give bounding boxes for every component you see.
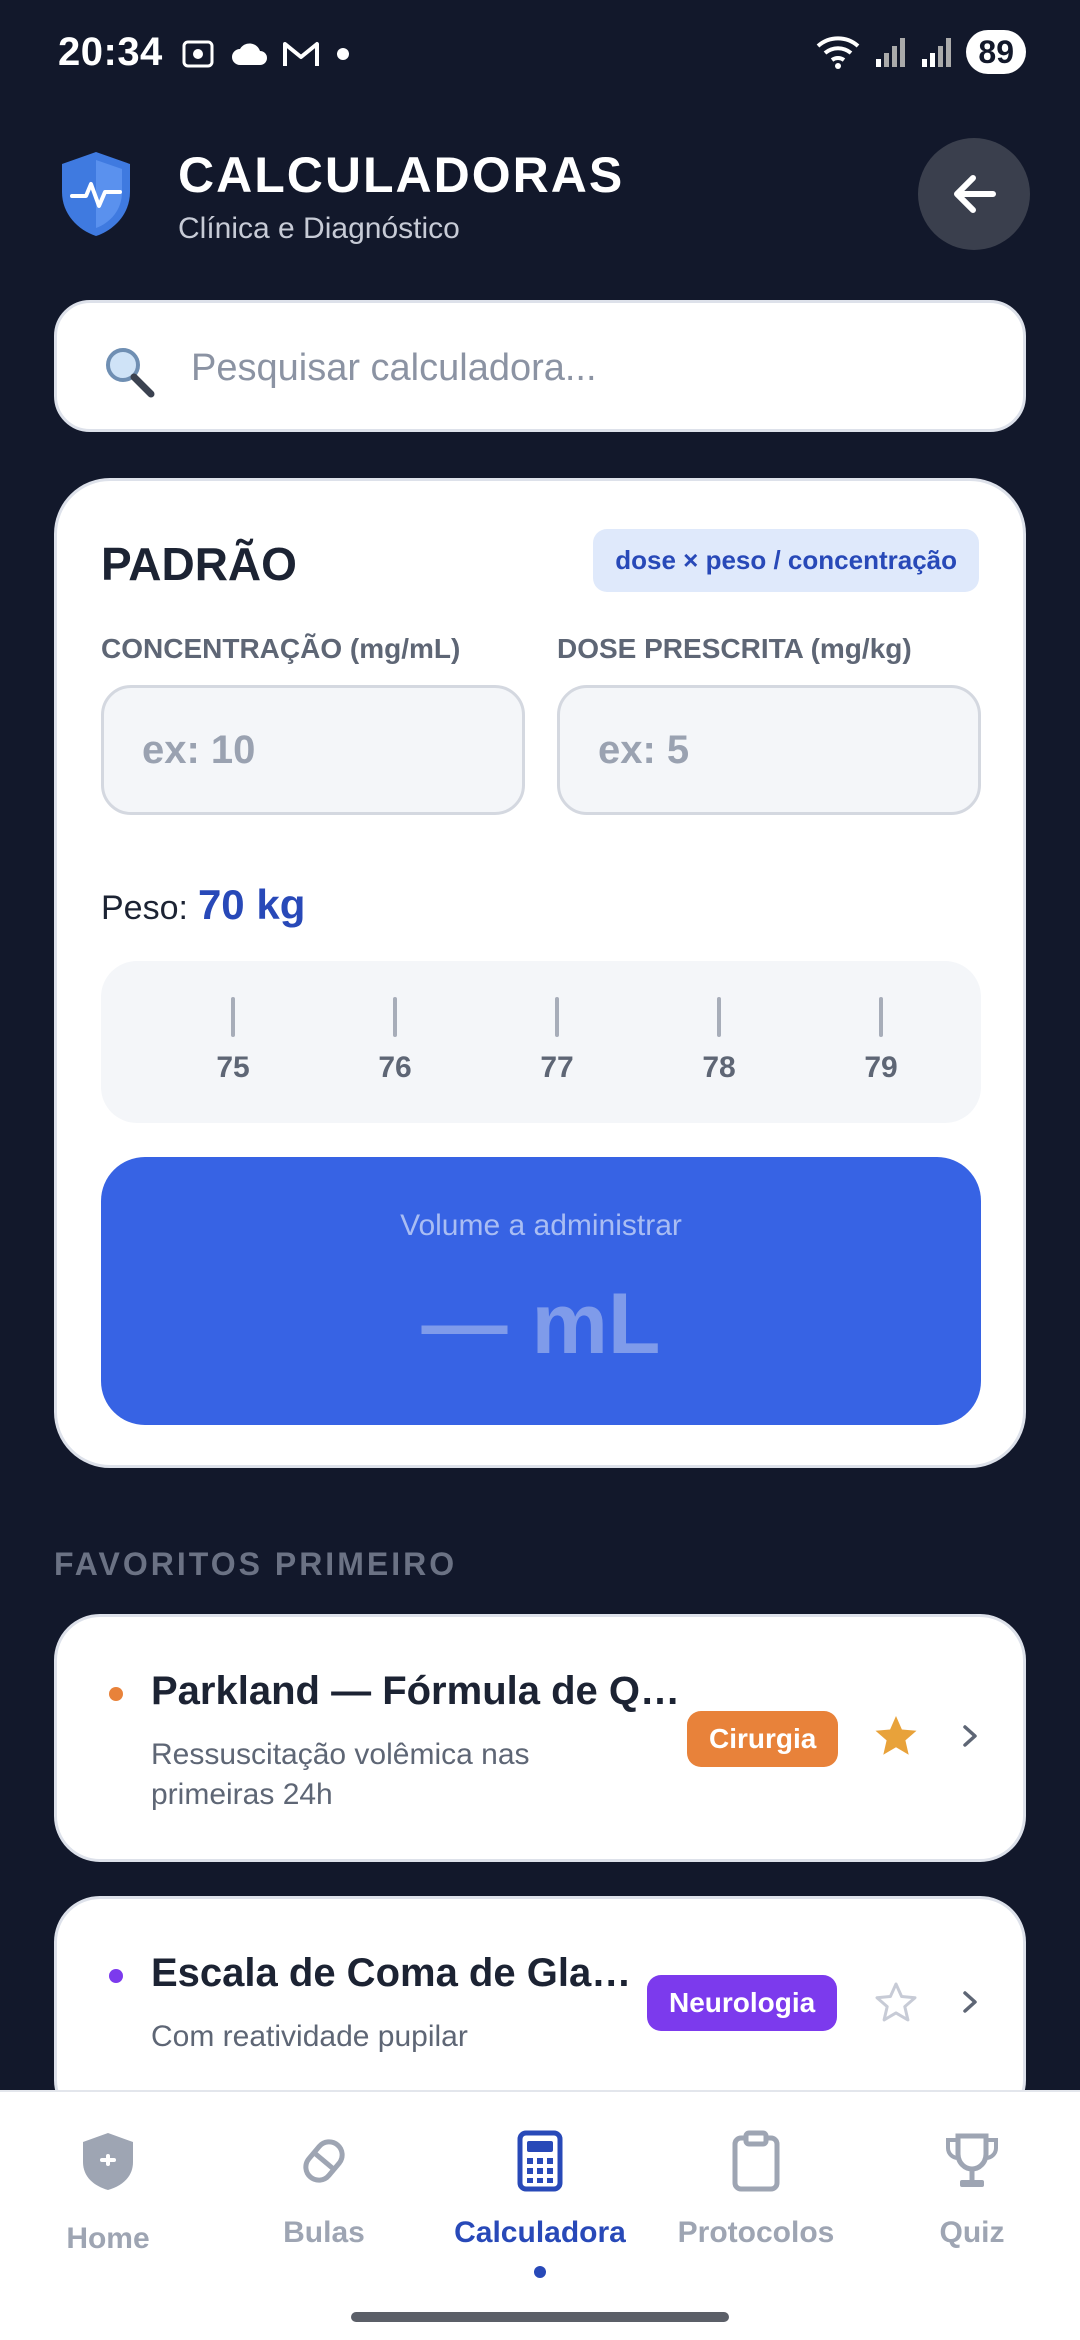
back-button[interactable]: [918, 138, 1030, 250]
category-tag: Cirurgia: [687, 1711, 839, 1767]
concentration-label: CONCENTRAÇÃO (mg/mL): [101, 633, 461, 664]
chevron-right-icon: [963, 1725, 977, 1747]
home-indicator[interactable]: [351, 2312, 729, 2322]
ruler-tick-label: 79: [864, 1051, 898, 1084]
heart-shield-logo-icon: [62, 152, 130, 236]
concentration-input[interactable]: [101, 685, 525, 815]
pill-icon: [303, 2139, 345, 2183]
ruler-tick: 79: [851, 997, 911, 1085]
favorite-item-parkland[interactable]: Parkland — Fórmula de Queimados Ressusci…: [54, 1614, 1026, 1862]
result-panel: Volume a administrar — mL: [101, 1157, 981, 1425]
nav-label: Protocolos: [677, 2216, 835, 2249]
screenshot-icon: [182, 40, 214, 68]
ruler-tick-label: 78: [702, 1051, 736, 1084]
star-outline-icon[interactable]: [873, 1979, 919, 2025]
status-notification-icons: [180, 36, 352, 72]
signal-icon: [876, 38, 906, 67]
signal-icon-2: [922, 38, 952, 67]
status-bar: 20:34 89: [0, 0, 1080, 110]
calculator-title: PADRÃO: [101, 538, 297, 590]
calculator-card: PADRÃO dose × peso / concentração CONCEN…: [54, 478, 1026, 1468]
category-tag: Neurologia: [647, 1975, 838, 2031]
nav-item-protocolos[interactable]: Protocolos: [648, 2092, 864, 2322]
favorite-description: Com reatividade pupilar: [151, 2020, 468, 2053]
result-label: Volume a administrar: [400, 1209, 682, 1242]
favorite-title: Parkland — Fórmula de Queimados: [151, 1669, 691, 1713]
app-header: CALCULADORAS Clínica e Diagnóstico: [0, 130, 1080, 260]
weight-ruler-slider[interactable]: 75 76 77 78 79: [101, 961, 981, 1123]
cloud-icon: [232, 43, 267, 65]
calculator-icon: [517, 2130, 563, 2192]
battery-indicator: 89: [966, 30, 1026, 74]
formula-badge: dose × peso / concentração: [593, 529, 979, 592]
nav-label: Bulas: [283, 2216, 365, 2249]
nav-label: Quiz: [939, 2216, 1005, 2249]
shield-icon: [83, 2133, 133, 2190]
weight-value: 70 kg: [197, 881, 306, 928]
status-time: 20:34: [58, 30, 163, 74]
ruler-tick: 78: [689, 997, 749, 1085]
arrow-left-icon: [954, 175, 996, 213]
ruler-tick-label: 76: [378, 1051, 412, 1084]
search-icon: [106, 348, 155, 398]
nav-label: Calculadora: [454, 2216, 626, 2249]
category-dot: [109, 1969, 123, 1983]
search-bar[interactable]: [54, 300, 1026, 432]
page-title: CALCULADORAS: [178, 147, 625, 203]
nav-item-quiz[interactable]: Quiz: [864, 2092, 1080, 2322]
ruler-tick: 77: [527, 997, 587, 1085]
chevron-right-icon: [963, 1991, 977, 2013]
ruler-tick: 76: [365, 997, 425, 1085]
category-dot: [109, 1687, 123, 1701]
bottom-navigation: Home Bulas Calculadora Protocolos Quiz: [0, 2090, 1080, 2340]
nav-label: Home: [66, 2222, 150, 2255]
dose-input[interactable]: [557, 685, 981, 815]
wifi-icon: [817, 36, 860, 69]
page-subtitle: Clínica e Diagnóstico: [178, 212, 460, 245]
mail-icon: [283, 42, 319, 66]
favorites-section-title: FAVORITOS PRIMEIRO: [54, 1546, 458, 1582]
trophy-icon: [946, 2133, 998, 2187]
nav-item-calculadora[interactable]: Calculadora: [432, 2092, 648, 2322]
star-filled-icon[interactable]: [873, 1713, 919, 1759]
nav-item-bulas[interactable]: Bulas: [216, 2092, 432, 2322]
nav-item-home[interactable]: Home: [0, 2092, 216, 2322]
clipboard-icon: [732, 2130, 780, 2192]
weight-label: Peso:: [101, 889, 188, 927]
weight-row: Peso: 70 kg: [101, 881, 305, 929]
result-value: — mL: [421, 1276, 661, 1372]
search-input[interactable]: [191, 333, 971, 403]
ruler-tick: 75: [203, 997, 263, 1085]
active-indicator-dot: [534, 2266, 546, 2278]
status-system-icons: 89: [814, 30, 1026, 74]
favorite-description: Ressuscitação volêmica nas primeiras 24h: [151, 1738, 530, 1811]
ruler-tick-label: 75: [216, 1051, 250, 1084]
dot-icon: [337, 48, 349, 60]
ruler-tick-label: 77: [540, 1051, 574, 1084]
favorite-title: Escala de Coma de Glasgow: [151, 1951, 641, 1995]
dose-label: DOSE PRESCRITA (mg/kg): [557, 633, 912, 664]
